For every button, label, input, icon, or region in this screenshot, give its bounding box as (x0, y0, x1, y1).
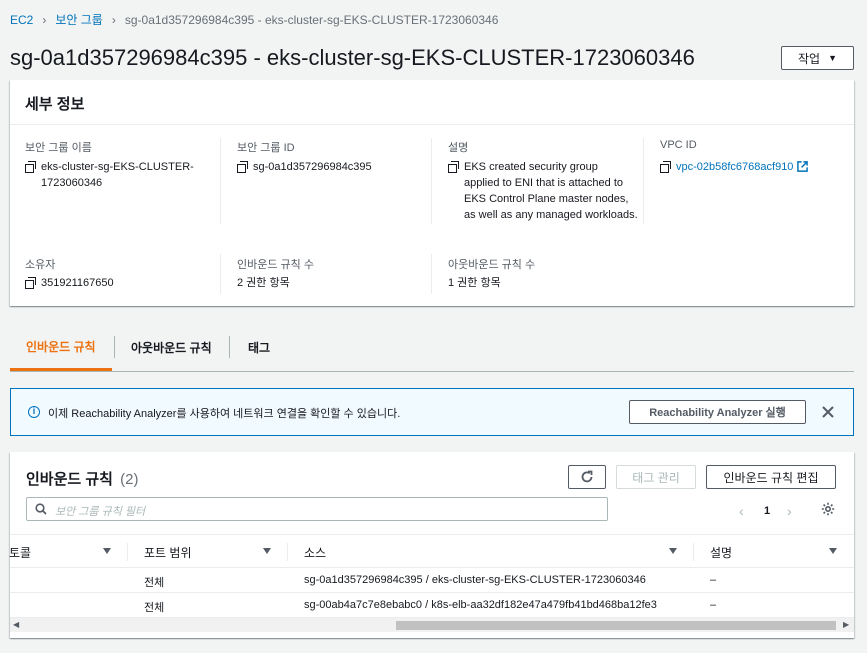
chevron-right-icon: › (111, 12, 116, 27)
run-reachability-analyzer-button[interactable]: Reachability Analyzer 실행 (629, 400, 806, 424)
breadcrumb: EC2 › 보안 그룹 › sg-0a1d357296984c395 - eks… (10, 11, 498, 28)
column-header-port-range[interactable]: 포트 범위 (144, 544, 192, 561)
vpc-id-link[interactable]: vpc-02b58fc6768acf910 (676, 159, 793, 175)
tab-divider (229, 336, 230, 358)
cell-description: – (710, 574, 717, 586)
table-row[interactable]: 전체 sg-00ab4a7c7e8ebabc0 / k8s-elb-aa32df… (10, 594, 854, 618)
table-row[interactable]: 전체 sg-0a1d357296984c395 / eks-cluster-sg… (10, 569, 854, 593)
info-banner: i 이제 Reachability Analyzer를 사용하여 네트워크 연결… (10, 388, 854, 436)
rules-title-text: 인바운드 규칙 (26, 471, 113, 488)
copy-icon[interactable] (660, 161, 671, 173)
tab-tags[interactable]: 태그 (248, 324, 270, 371)
sort-caret-icon[interactable] (263, 548, 271, 554)
gear-icon[interactable] (821, 502, 835, 516)
details-panel: 세부 정보 보안 그룹 이름 eks-cluster-sg-EKS-CLUSTE… (10, 80, 854, 306)
column-divider (127, 543, 128, 561)
manage-tags-button[interactable]: 태그 관리 (616, 465, 696, 489)
description-line: EKS created security group (464, 161, 598, 173)
sg-id-value: sg-0a1d357296984c395 (237, 159, 372, 175)
banner-text: 이제 Reachability Analyzer를 사용하여 네트워크 연결을 … (48, 408, 401, 420)
scroll-left-icon[interactable]: ◀ (13, 620, 19, 629)
owner-label: 소유자 (25, 259, 56, 271)
column-divider (287, 543, 288, 561)
column-divider (643, 138, 644, 224)
owner-value: 351921167650 (25, 275, 114, 291)
sg-name-value: eks-cluster-sg-EKS-CLUSTER- 1723060346 (25, 159, 194, 191)
outbound-count-label: 아웃바운드 규칙 수 (448, 259, 536, 271)
search-placeholder: 보안 그룹 규칙 필터 (55, 506, 146, 518)
rules-title: 인바운드 규칙 (2) (26, 468, 138, 489)
table-header: 토콜 포트 범위 소스 설명 (9, 534, 854, 568)
vpc-id-label: VPC ID (660, 139, 697, 151)
column-divider (693, 543, 694, 561)
scroll-right-icon[interactable]: ▶ (843, 620, 849, 629)
inbound-rules-panel: 인바운드 규칙 (2) 태그 관리 인바운드 규칙 편집 보안 그룹 규칙 필터… (9, 452, 854, 638)
cell-port-range: 전체 (144, 577, 165, 589)
copy-icon[interactable] (25, 161, 36, 173)
column-header-description[interactable]: 설명 (710, 544, 732, 561)
vpc-id-value: vpc-02b58fc6768acf910 (660, 159, 809, 175)
rules-count: (2) (120, 471, 139, 488)
info-icon: i (28, 406, 40, 418)
breadcrumb-current: sg-0a1d357296984c395 - eks-cluster-sg-EK… (124, 12, 499, 27)
outbound-count-value: 1 권한 항목 (448, 277, 501, 289)
description-line: EKS Control Plane master nodes, (464, 193, 629, 205)
next-page-icon[interactable]: › (787, 503, 792, 519)
cell-description: – (710, 599, 717, 611)
column-divider (431, 138, 432, 224)
tab-inbound-rules[interactable]: 인바운드 규칙 (10, 324, 112, 371)
breadcrumb-security-groups[interactable]: 보안 그룹 (55, 11, 103, 28)
column-header-protocol[interactable]: 토콜 (9, 544, 31, 561)
cell-source: sg-0a1d357296984c395 / eks-cluster-sg-EK… (304, 574, 646, 586)
actions-button[interactable]: 작업 ▼ (781, 46, 854, 70)
caret-down-icon: ▼ (828, 53, 837, 63)
breadcrumb-ec2[interactable]: EC2 (10, 13, 33, 27)
sg-name-line1: eks-cluster-sg-EKS-CLUSTER- (41, 161, 194, 173)
external-link-icon[interactable] (797, 161, 809, 172)
tab-outbound-rules[interactable]: 아웃바운드 규칙 (131, 324, 212, 371)
column-divider (431, 254, 432, 294)
column-divider (220, 254, 221, 294)
sg-id-text: sg-0a1d357296984c395 (253, 161, 372, 173)
tab-bar: 인바운드 규칙 아웃바운드 규칙 태그 (10, 324, 854, 372)
sg-id-label: 보안 그룹 ID (237, 142, 295, 154)
sort-caret-icon[interactable] (829, 548, 837, 554)
cell-port-range: 전체 (144, 602, 165, 614)
sg-name-line2: 1723060346 (41, 177, 103, 189)
details-header: 세부 정보 (10, 80, 854, 125)
refresh-icon (581, 470, 593, 483)
sort-caret-icon[interactable] (103, 548, 111, 554)
cell-source: sg-00ab4a7c7e8ebabc0 / k8s-elb-aa32df182… (304, 599, 657, 611)
copy-icon[interactable] (237, 161, 248, 173)
copy-icon[interactable] (448, 161, 459, 173)
close-icon[interactable] (822, 406, 834, 418)
page-number[interactable]: 1 (764, 505, 770, 517)
sort-caret-icon[interactable] (669, 548, 677, 554)
prev-page-icon[interactable]: ‹ (739, 503, 744, 519)
column-divider (220, 138, 221, 224)
edit-inbound-rules-button[interactable]: 인바운드 규칙 편집 (706, 465, 836, 489)
owner-text: 351921167650 (41, 277, 114, 289)
horizontal-scrollbar[interactable]: ◀ ▶ (10, 618, 854, 632)
page-title: sg-0a1d357296984c395 - eks-cluster-sg-EK… (10, 45, 695, 70)
description-line: as well as any managed workloads. (464, 209, 638, 221)
inbound-count-label: 인바운드 규칙 수 (237, 259, 314, 271)
description-label: 설명 (448, 142, 469, 154)
scrollbar-thumb[interactable] (396, 621, 836, 630)
tab-divider (114, 336, 115, 358)
sg-name-label: 보안 그룹 이름 (25, 142, 92, 154)
description-value: EKS created security group applied to EN… (448, 159, 638, 223)
copy-icon[interactable] (25, 277, 36, 289)
inbound-count-value: 2 권한 항목 (237, 277, 290, 289)
refresh-button[interactable] (568, 465, 606, 489)
search-icon (35, 503, 47, 515)
actions-label: 작업 (797, 51, 821, 66)
description-line: applied to ENI that is attached to (464, 177, 623, 189)
rules-search-input[interactable]: 보안 그룹 규칙 필터 (26, 497, 608, 521)
column-header-source[interactable]: 소스 (304, 544, 326, 561)
chevron-right-icon: › (42, 12, 47, 27)
